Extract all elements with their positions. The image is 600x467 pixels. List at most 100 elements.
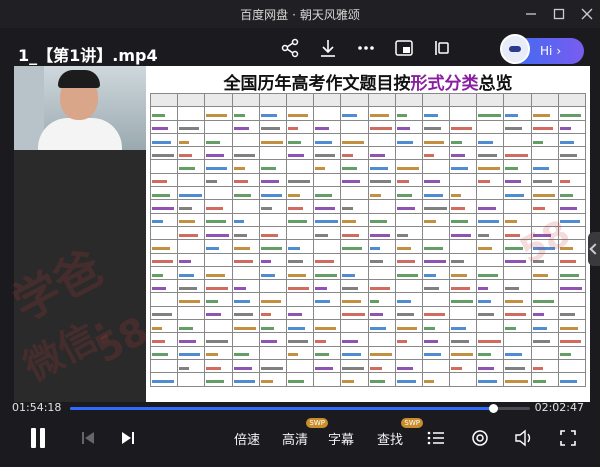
table-cell bbox=[177, 119, 206, 134]
quality-button[interactable]: 高清 SWP bbox=[280, 418, 328, 450]
table-cell bbox=[530, 92, 559, 108]
table-cell bbox=[394, 345, 423, 360]
table-cell bbox=[367, 332, 396, 347]
table-cell bbox=[503, 292, 532, 307]
ai-assistant-button[interactable]: Hi › bbox=[500, 34, 584, 64]
table-cell bbox=[503, 345, 532, 360]
cell-text-mark bbox=[206, 286, 229, 290]
window-controls bbox=[524, 6, 594, 20]
table-cell bbox=[258, 199, 287, 214]
progress-bar[interactable] bbox=[70, 404, 530, 413]
table-cell bbox=[285, 106, 315, 121]
settings-button[interactable] bbox=[470, 426, 490, 450]
picture-in-picture-icon[interactable] bbox=[394, 38, 414, 58]
cell-text-mark bbox=[451, 167, 469, 171]
cell-text-mark bbox=[233, 260, 254, 264]
cell-text-mark bbox=[451, 300, 474, 304]
cell-text-mark bbox=[478, 273, 499, 277]
volume-button[interactable] bbox=[514, 426, 534, 450]
cell-text-mark bbox=[559, 326, 579, 330]
cell-text-mark bbox=[532, 167, 550, 171]
table-cell bbox=[313, 106, 342, 121]
playlist-button[interactable] bbox=[426, 426, 446, 450]
cell-text-mark bbox=[369, 326, 386, 330]
table-cell bbox=[421, 146, 451, 161]
table-cell bbox=[313, 319, 342, 334]
cell-text-mark bbox=[559, 286, 583, 290]
cell-text-mark bbox=[342, 379, 354, 383]
cell-text-mark bbox=[505, 379, 529, 383]
cell-text-mark bbox=[559, 353, 572, 357]
table-cell bbox=[313, 239, 342, 254]
cell-text-mark bbox=[179, 260, 191, 264]
table-cell bbox=[231, 186, 260, 201]
table-cell bbox=[421, 265, 451, 281]
cell-text-mark bbox=[152, 353, 169, 357]
cell-text-mark bbox=[233, 366, 252, 370]
minimize-icon[interactable] bbox=[524, 6, 538, 20]
cell-text-mark bbox=[451, 286, 471, 290]
table-cell bbox=[177, 372, 206, 387]
cell-text-mark bbox=[206, 246, 219, 250]
search-button[interactable]: 查找 SWP bbox=[375, 418, 423, 450]
cell-text-mark bbox=[315, 127, 330, 131]
table-cell bbox=[421, 212, 451, 227]
side-panel-toggle[interactable] bbox=[588, 232, 600, 266]
table-cell bbox=[204, 239, 233, 254]
cell-text-mark bbox=[260, 207, 273, 211]
pause-button[interactable] bbox=[26, 426, 50, 450]
table-cell bbox=[258, 239, 287, 254]
next-button[interactable] bbox=[120, 426, 136, 450]
progress-handle[interactable] bbox=[489, 404, 499, 413]
cell-text-mark bbox=[369, 260, 384, 264]
table-cell bbox=[394, 305, 423, 321]
volume-icon bbox=[515, 429, 531, 447]
subtitle-button[interactable]: 字幕 bbox=[326, 426, 356, 450]
table-cell bbox=[258, 225, 287, 241]
table-cell bbox=[503, 332, 532, 347]
more-icon[interactable] bbox=[356, 38, 376, 58]
table-cell bbox=[557, 332, 587, 347]
cell-text-mark bbox=[315, 140, 333, 144]
cell-text-mark bbox=[396, 113, 407, 117]
fullscreen-button[interactable] bbox=[558, 426, 578, 450]
cell-text-mark bbox=[478, 167, 500, 171]
table-cell bbox=[149, 106, 179, 121]
header-toolbar bbox=[280, 38, 452, 58]
subtitle-label: 字幕 bbox=[327, 432, 354, 448]
speed-button[interactable]: 倍速 bbox=[230, 426, 264, 450]
previous-button[interactable] bbox=[80, 426, 96, 450]
table-cell bbox=[149, 252, 179, 267]
table-cell bbox=[258, 92, 287, 108]
table-cell bbox=[503, 172, 532, 188]
cell-text-mark bbox=[369, 366, 382, 370]
current-time: 01:54:18 bbox=[12, 401, 62, 414]
table-cell bbox=[258, 358, 287, 374]
table-cell bbox=[340, 358, 369, 374]
app-name: 百度网盘 bbox=[240, 8, 289, 22]
table-cell bbox=[313, 186, 342, 201]
cell-text-mark bbox=[369, 300, 380, 304]
cell-text-mark bbox=[559, 260, 576, 264]
table-cell bbox=[285, 358, 315, 374]
table-cell bbox=[476, 106, 505, 121]
maximize-icon[interactable] bbox=[552, 6, 566, 20]
table-cell bbox=[530, 106, 559, 121]
cell-text-mark bbox=[206, 153, 224, 157]
share-icon[interactable] bbox=[280, 38, 300, 58]
close-icon[interactable] bbox=[580, 6, 594, 20]
cell-text-mark bbox=[233, 246, 251, 250]
table-cell bbox=[285, 345, 315, 360]
table-cell bbox=[449, 332, 478, 347]
table-cell bbox=[449, 345, 478, 360]
table-cell bbox=[177, 305, 206, 321]
cell-text-mark bbox=[532, 193, 556, 197]
download-icon[interactable] bbox=[318, 38, 338, 58]
table-cell bbox=[503, 239, 532, 254]
table-cell bbox=[421, 225, 451, 241]
ai-avatar-icon bbox=[500, 34, 530, 64]
pin-icon[interactable] bbox=[432, 38, 452, 58]
cell-text-mark bbox=[179, 286, 198, 290]
cell-text-mark bbox=[423, 220, 437, 224]
table-cell bbox=[258, 305, 287, 321]
